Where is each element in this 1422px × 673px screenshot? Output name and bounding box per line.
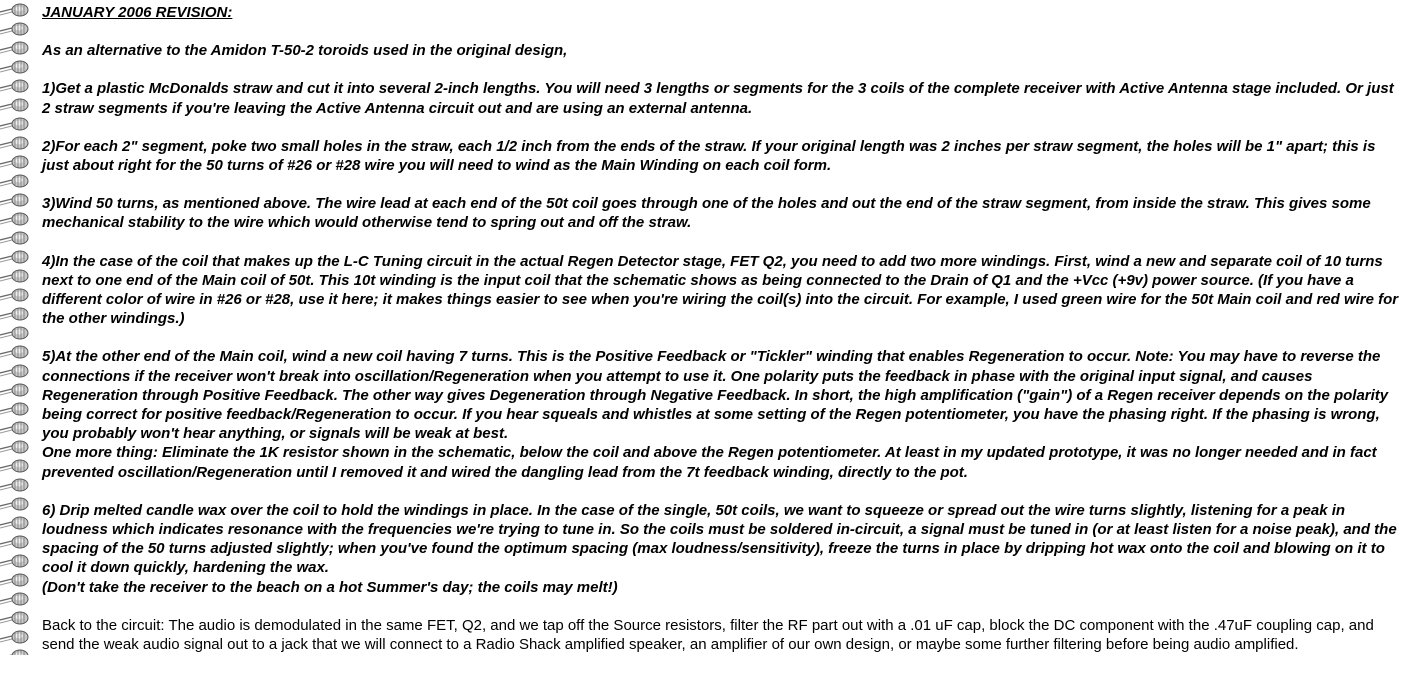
coil-icon (0, 250, 29, 264)
coil-icon (0, 478, 29, 492)
step-5-extra-text: One more thing: Eliminate the 1K resisto… (42, 444, 1377, 481)
coil-icon (0, 22, 29, 36)
coil-icon (0, 117, 29, 131)
coil-icon (9, 649, 29, 655)
intro-paragraph: As an alternative to the Amidon T-50-2 t… (42, 42, 568, 60)
coil-icon (0, 497, 29, 511)
step-2-paragraph: 2)For each 2" segment, poke two small ho… (42, 137, 1376, 175)
step-4-paragraph: 4)In the case of the coil that makes up … (42, 252, 1399, 328)
coil-icon (0, 440, 29, 454)
coil-icon (0, 630, 29, 644)
coil-icon (0, 98, 29, 112)
article-content: JANUARY 2006 REVISION: As an alternative… (42, 3, 1404, 673)
coil-icon (0, 345, 29, 359)
coil-icon (0, 326, 29, 340)
coil-icon (0, 79, 29, 93)
coil-icon (0, 269, 29, 283)
coil-icon (0, 611, 29, 625)
coil-icon (0, 554, 29, 568)
coil-icon (0, 136, 29, 150)
coil-icon (0, 288, 29, 302)
coil-icon (0, 402, 29, 416)
coil-icon (0, 193, 29, 207)
coil-icon (0, 592, 29, 606)
step-6-note-text: (Don't take the receiver to the beach on… (42, 578, 618, 596)
coil-icon (0, 364, 29, 378)
article-title: JANUARY 2006 REVISION: (42, 4, 233, 21)
step-6-text: 6) Drip melted candle wax over the coil … (42, 501, 1397, 577)
step-5-paragraph: 5)At the other end of the Main coil, win… (42, 347, 1404, 481)
coil-icon (0, 174, 29, 188)
coil-icon (0, 60, 29, 74)
coil-icon (0, 516, 29, 530)
step-1-paragraph: 1)Get a plastic McDonalds straw and cut … (42, 80, 1394, 117)
step-3-paragraph: 3)Wind 50 turns, as mentioned above. The… (42, 195, 1371, 232)
coil-icon (0, 3, 29, 17)
coil-icon (0, 535, 29, 549)
step-5-text: 5)At the other end of the Main coil, win… (42, 348, 1389, 443)
coil-icon (0, 212, 29, 226)
coil-icon (0, 459, 29, 473)
coil-icon (0, 421, 29, 435)
coil-icon (0, 573, 29, 587)
step-6-paragraph: 6) Drip melted candle wax over the coil … (42, 501, 1404, 597)
background-tile-strip (0, 0, 34, 655)
coil-icon (0, 383, 29, 397)
coil-icon (0, 307, 29, 321)
coil-icon (0, 155, 29, 169)
closing-paragraph: Back to the circuit: The audio is demodu… (42, 616, 1374, 654)
coil-icon (0, 231, 29, 245)
coil-icon (0, 41, 29, 55)
